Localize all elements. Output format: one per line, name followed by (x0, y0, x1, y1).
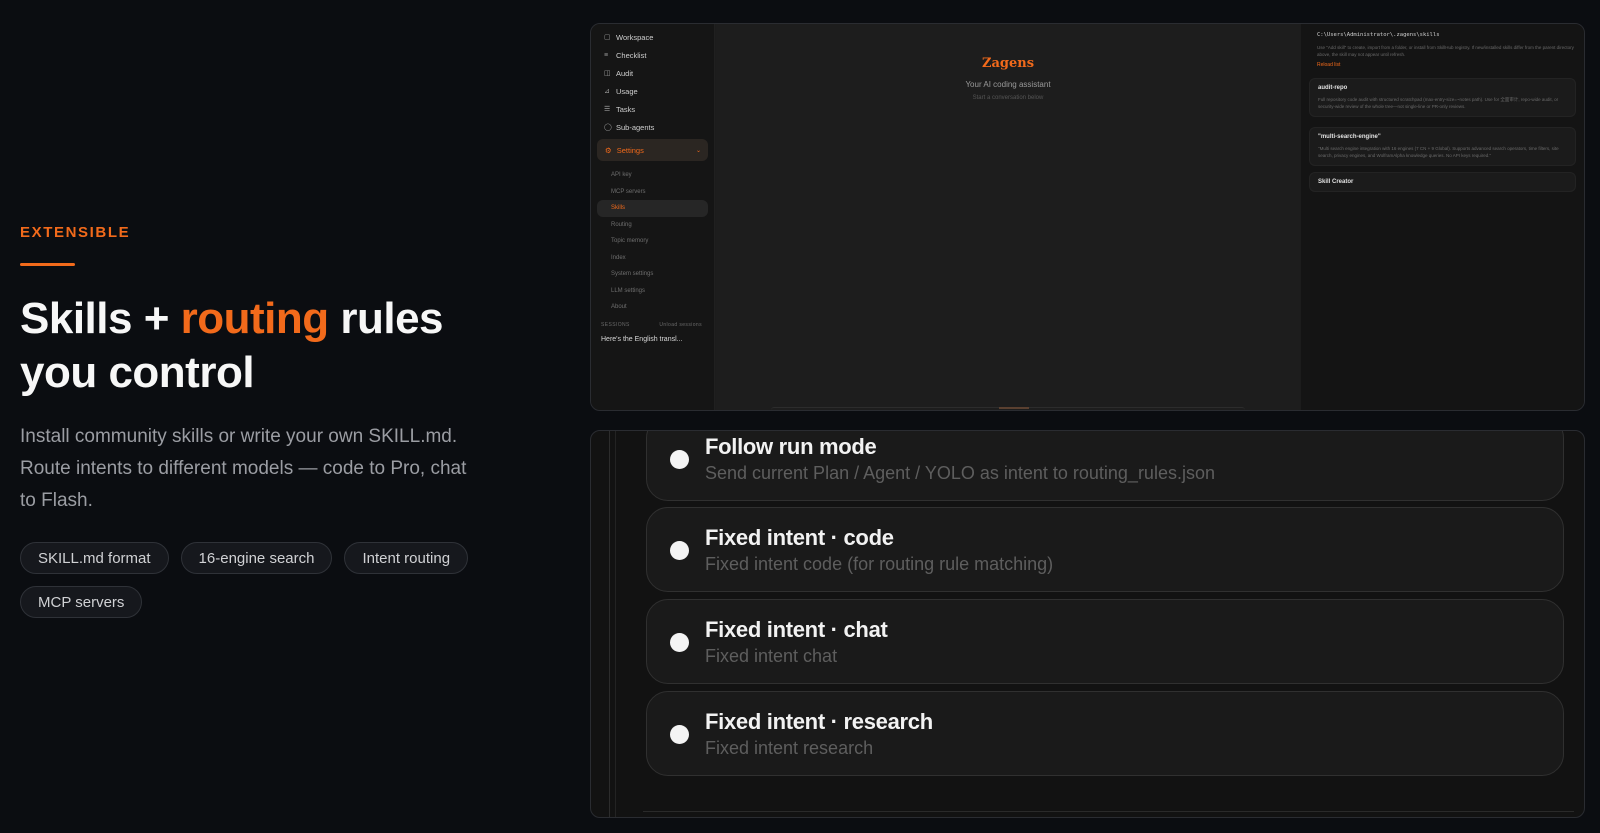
settings-sub-index[interactable]: Index (591, 250, 714, 267)
agent-icon: ◯ (604, 124, 612, 131)
routing-option-follow-run-mode[interactable]: Follow run mode Send current Plan / Agen… (646, 431, 1564, 501)
folder-icon: ▢ (604, 34, 611, 41)
chip-skill-format: SKILL.md format (20, 542, 169, 574)
skill-card[interactable]: audit-repo Full repository code audit wi… (1309, 78, 1576, 117)
radio-button[interactable] (670, 541, 689, 560)
skill-card[interactable]: Skill Creator (1309, 172, 1576, 192)
chevron-down-icon: ⌄ (695, 148, 701, 154)
app-screenshot: ▢ Workspace ≡ Checklist ◫ Audit ⊿ Usage ☰ Tas… (590, 23, 1585, 411)
chat-main: Zagens Your AI coding assistant Start a … (716, 24, 1300, 410)
settings-sub-system-settings[interactable]: System settings (591, 266, 714, 283)
settings-sub-skills[interactable]: Skills (597, 200, 708, 217)
routing-option-fixed-chat[interactable]: Fixed intent · chat Fixed intent chat (646, 599, 1564, 684)
option-description: Send current Plan / Agent / YOLO as inte… (705, 463, 1215, 483)
settings-sub-llm-settings[interactable]: LLM settings (591, 283, 714, 300)
eyebrow-divider (20, 263, 75, 266)
option-description: Fixed intent code (for routing rule matc… (705, 554, 1054, 574)
headline-part1: Skills + (20, 294, 181, 343)
eyebrow-label: EXTENSIBLE (20, 224, 131, 241)
empty-state-hint: Start a conversation below (972, 95, 1044, 101)
skill-name: audit-repo (1318, 85, 1348, 91)
routing-screenshot: Follow run mode Send current Plan / Agen… (590, 430, 1585, 818)
headline-accent: routing (180, 294, 330, 343)
settings-sub-mcp-servers[interactable]: MCP servers (591, 184, 714, 201)
settings-sub-routing[interactable]: Routing (591, 217, 714, 234)
routing-option-fixed-code[interactable]: Fixed intent · code Fixed intent code (f… (646, 507, 1564, 592)
sidebar-item-workspace[interactable]: ▢ Workspace (591, 28, 714, 46)
skill-description: "Multi search engine integration with 16… (1318, 146, 1559, 158)
settings-sub-api-key[interactable]: API key (591, 167, 714, 184)
audit-icon: ◫ (604, 70, 611, 77)
composer[interactable] (771, 407, 1245, 410)
option-description: Fixed intent chat (705, 646, 838, 666)
chip-mcp-servers: MCP servers (20, 586, 143, 618)
app-brand: Zagens (981, 56, 1035, 71)
skill-name: Skill Creator (1318, 179, 1354, 185)
sessions-action[interactable]: Unload sessions (659, 322, 702, 328)
option-description: Fixed intent research (705, 738, 874, 758)
sidebar-item-audit[interactable]: ◫ Audit (591, 64, 714, 82)
sidebar-item-usage[interactable]: ⊿ Usage (591, 82, 714, 100)
settings-sub-about[interactable]: About (591, 299, 714, 316)
feature-chips: SKILL.md format 16-engine search Intent … (20, 542, 490, 618)
sidebar-item-settings[interactable]: ⚙ Settings ⌄ (597, 139, 708, 161)
skills-panel: C:\Users\Administrator\.zagens\skills Us… (1301, 24, 1584, 410)
sessions-label: SESSIONS (601, 321, 630, 328)
sessions-header: SESSIONS Unload sessions (591, 322, 714, 328)
skill-card[interactable]: "multi-search-engine" "Multi search engi… (1309, 127, 1576, 166)
routing-option-fixed-research[interactable]: Fixed intent · research Fixed intent res… (646, 691, 1564, 776)
option-title: Fixed intent · chat (705, 617, 888, 642)
skill-description: Full repository code audit with structur… (1318, 97, 1559, 109)
chart-icon: ⊿ (604, 88, 610, 95)
settings-icon: ⚙ (605, 145, 612, 155)
skill-name: "multi-search-engine" (1318, 134, 1381, 140)
option-title: Follow run mode (705, 434, 877, 459)
hero-description: Install community skills or write your o… (20, 426, 467, 511)
tasks-icon: ☰ (604, 106, 611, 113)
skills-path: C:\Users\Administrator\.zagens\skills (1317, 32, 1440, 38)
option-title: Fixed intent · code (705, 525, 894, 550)
list-icon: ≡ (604, 51, 609, 59)
reload-list-link[interactable]: Reload list (1309, 62, 1576, 68)
hero-headline: Skills + routing rules you control (20, 292, 490, 400)
session-item[interactable]: Here's the English transl... (591, 336, 714, 343)
radio-button[interactable] (670, 633, 689, 652)
settings-sub-topic-memory[interactable]: Topic memory (591, 233, 714, 250)
app-tagline: Your AI coding assistant (965, 80, 1051, 89)
radio-button[interactable] (670, 450, 689, 469)
sidebar-item-tasks[interactable]: ☰ Tasks (591, 100, 714, 118)
app-sidebar: ▢ Workspace ≡ Checklist ◫ Audit ⊿ Usage ☰ Tas… (591, 24, 715, 410)
sidebar-item-checklist[interactable]: ≡ Checklist (591, 46, 714, 64)
chip-search-engines: 16-engine search (180, 542, 333, 574)
chip-intent-routing: Intent routing (344, 542, 469, 574)
sidebar-item-sub-agents[interactable]: ◯ Sub-agents (591, 118, 714, 136)
radio-button[interactable] (670, 725, 689, 744)
option-title: Fixed intent · research (705, 709, 933, 734)
skills-hint: Use "Add skill" to create, import from a… (1317, 45, 1574, 57)
